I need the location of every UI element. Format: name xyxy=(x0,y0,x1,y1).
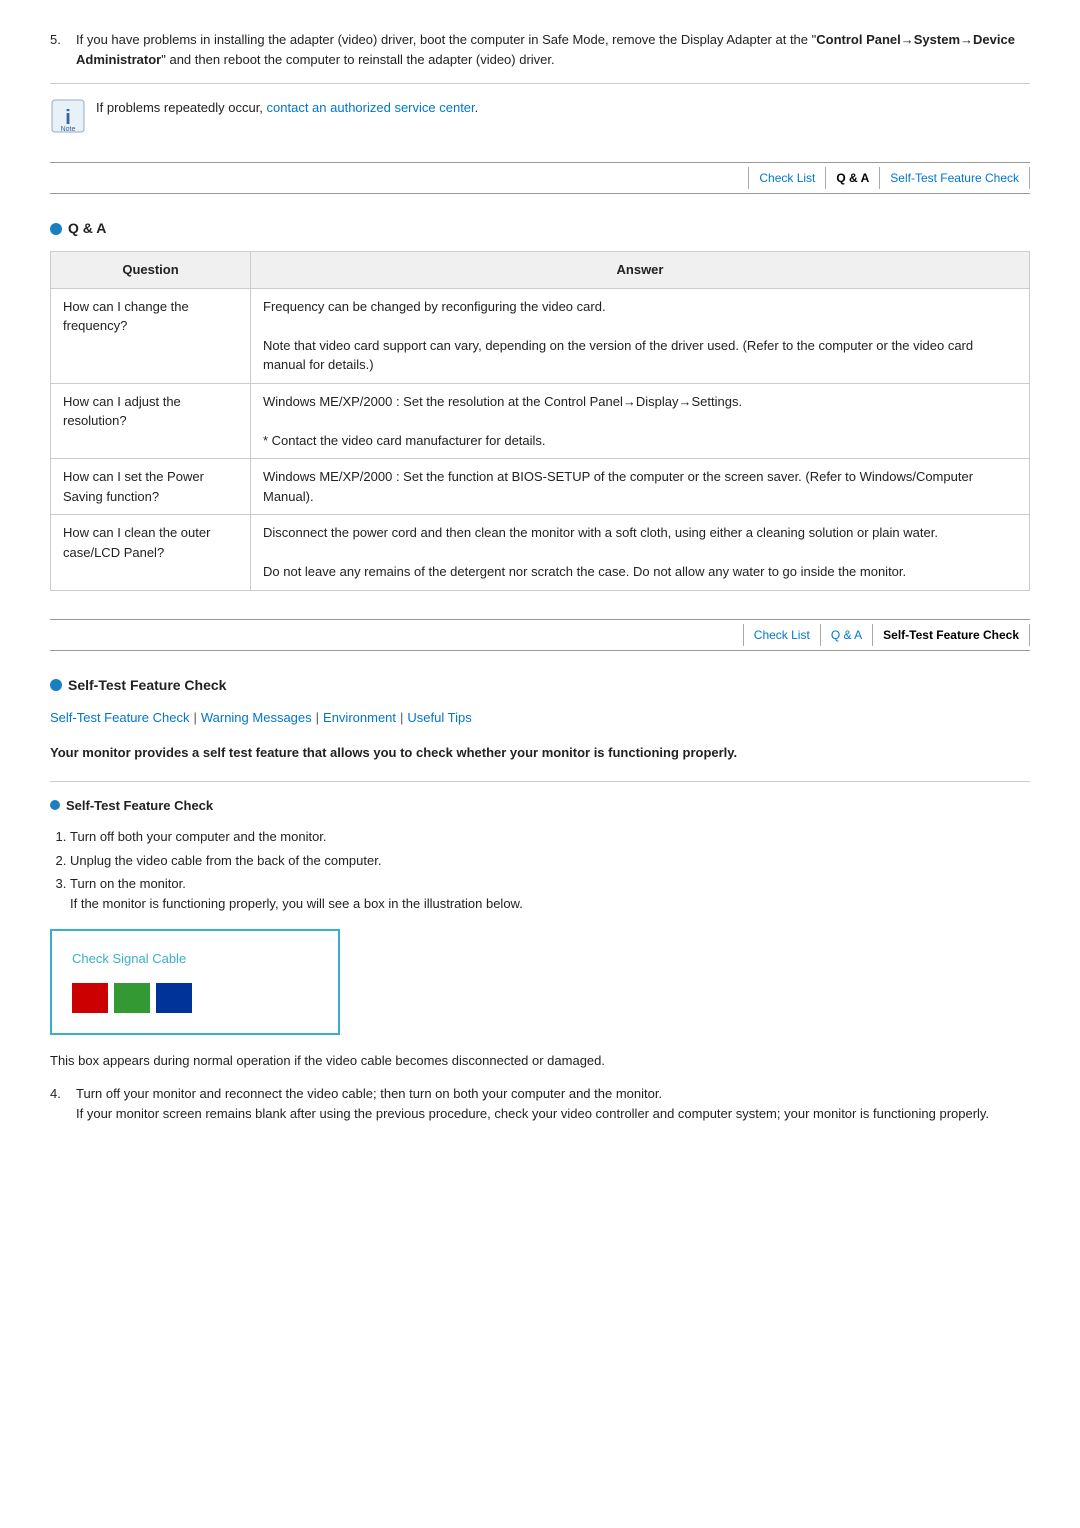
qa-title-row: Q & A xyxy=(50,218,1030,239)
qa-answer-4: Disconnect the power cord and then clean… xyxy=(251,515,1030,591)
table-row: How can I adjust the resolution? Windows… xyxy=(51,383,1030,459)
self-test-section-title: Self-Test Feature Check xyxy=(68,675,226,696)
nav-qa-bottom[interactable]: Q & A xyxy=(821,624,873,646)
self-test-link-4[interactable]: Useful Tips xyxy=(407,708,471,728)
self-test-steps: Turn off both your computer and the moni… xyxy=(70,827,1030,913)
nav-self-test-top[interactable]: Self-Test Feature Check xyxy=(880,167,1030,189)
after-box-text: This box appears during normal operation… xyxy=(50,1051,1030,1071)
nav-self-test-bottom[interactable]: Self-Test Feature Check xyxy=(873,624,1030,646)
self-test-intro: Your monitor provides a self test featur… xyxy=(50,743,1030,763)
table-row: How can I set the Power Saving function?… xyxy=(51,459,1030,515)
note-row: i Note If problems repeatedly occur, con… xyxy=(50,98,1030,134)
self-test-links: Self-Test Feature Check | Warning Messag… xyxy=(50,708,1030,728)
sep-1: | xyxy=(193,708,196,728)
step5-content: If you have problems in installing the a… xyxy=(76,30,1030,69)
sep-3: | xyxy=(400,708,403,728)
signal-box-title: Check Signal Cable xyxy=(72,949,318,969)
signal-box-wrapper: Check Signal Cable xyxy=(50,929,1030,1035)
self-test-blue-dot xyxy=(50,679,62,691)
qa-answer-3: Windows ME/XP/2000 : Set the function at… xyxy=(251,459,1030,515)
contact-link[interactable]: contact an authorized service center xyxy=(267,100,475,115)
color-square-blue xyxy=(156,983,192,1013)
color-square-red xyxy=(72,983,108,1013)
qa-table: Question Answer How can I change the fre… xyxy=(50,251,1030,591)
self-test-title-row: Self-Test Feature Check xyxy=(50,675,1030,696)
self-test-subtitle-dot xyxy=(50,800,60,810)
list-item: Turn off both your computer and the moni… xyxy=(70,827,1030,847)
table-row: How can I change the frequency? Frequenc… xyxy=(51,288,1030,383)
table-row: How can I clean the outer case/LCD Panel… xyxy=(51,515,1030,591)
self-test-subtitle-row: Self-Test Feature Check xyxy=(50,796,1030,816)
color-squares xyxy=(72,983,318,1013)
self-test-section: Self-Test Feature Check Self-Test Featur… xyxy=(50,675,1030,1124)
color-square-green xyxy=(114,983,150,1013)
step5-bold: Control Panel→System→Device Administrato… xyxy=(76,32,1015,67)
qa-question-4: How can I clean the outer case/LCD Panel… xyxy=(51,515,251,591)
qa-col-question: Question xyxy=(51,252,251,289)
self-test-link-2[interactable]: Warning Messages xyxy=(201,708,312,728)
list-item: Turn on the monitor. If the monitor is f… xyxy=(70,874,1030,913)
step5-block: 5. If you have problems in installing th… xyxy=(50,30,1030,84)
step5-section: 5. If you have problems in installing th… xyxy=(50,30,1030,134)
qa-answer-1: Frequency can be changed by reconfigurin… xyxy=(251,288,1030,383)
nav-bar-top: Check List Q & A Self-Test Feature Check xyxy=(50,162,1030,194)
step4-number: 4. xyxy=(50,1084,68,1123)
qa-question-1: How can I change the frequency? xyxy=(51,288,251,383)
note-before: If problems repeatedly occur, xyxy=(96,100,267,115)
note-icon: i Note xyxy=(50,98,86,134)
qa-question-2: How can I adjust the resolution? xyxy=(51,383,251,459)
self-test-link-1[interactable]: Self-Test Feature Check xyxy=(50,708,189,728)
step4-block: 4. Turn off your monitor and reconnect t… xyxy=(50,1084,1030,1123)
step5-number: 5. xyxy=(50,30,68,69)
svg-text:Note: Note xyxy=(61,126,76,133)
qa-section-title: Q & A xyxy=(68,218,106,239)
note-after: . xyxy=(475,100,479,115)
signal-box: Check Signal Cable xyxy=(50,929,340,1035)
self-test-link-3[interactable]: Environment xyxy=(323,708,396,728)
nav-bar-inner-top: Check List Q & A Self-Test Feature Check xyxy=(748,167,1030,189)
step3-text: Turn on the monitor. xyxy=(70,876,186,891)
nav-bar-inner-bottom: Check List Q & A Self-Test Feature Check xyxy=(743,624,1030,646)
note-text: If problems repeatedly occur, contact an… xyxy=(96,98,478,118)
list-item: Unplug the video cable from the back of … xyxy=(70,851,1030,871)
qa-col-answer: Answer xyxy=(251,252,1030,289)
sep-2: | xyxy=(316,708,319,728)
nav-bar-bottom: Check List Q & A Self-Test Feature Check xyxy=(50,619,1030,651)
qa-question-3: How can I set the Power Saving function? xyxy=(51,459,251,515)
nav-qa-top[interactable]: Q & A xyxy=(826,167,880,189)
qa-blue-dot xyxy=(50,223,62,235)
step3-sub: If the monitor is functioning properly, … xyxy=(70,896,523,911)
nav-check-list-top[interactable]: Check List xyxy=(748,167,826,189)
nav-check-list-bottom[interactable]: Check List xyxy=(743,624,821,646)
step4-content: Turn off your monitor and reconnect the … xyxy=(76,1084,989,1123)
divider xyxy=(50,781,1030,782)
qa-answer-2: Windows ME/XP/2000 : Set the resolution … xyxy=(251,383,1030,459)
self-test-subtitle-text: Self-Test Feature Check xyxy=(66,796,213,816)
